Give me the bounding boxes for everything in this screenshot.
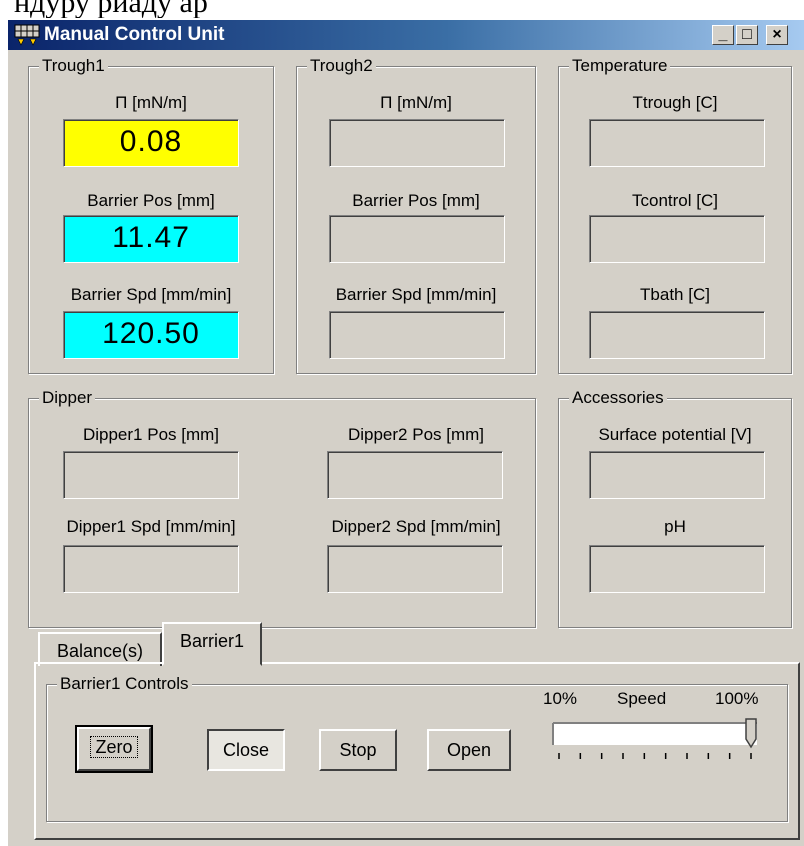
- trough1-barrier-pos-field: 11.47: [63, 215, 239, 263]
- trough2-barrier-pos-field: [329, 215, 505, 263]
- surface-potential-field: [589, 451, 765, 499]
- page-header-fragment: ндуру риаду ар: [14, 0, 208, 19]
- dipper2-spd-field: [327, 545, 503, 593]
- speed-label: Speed: [617, 689, 667, 708]
- window-title: Manual Control Unit: [44, 24, 225, 45]
- close-button[interactable]: Close: [207, 729, 285, 771]
- trough2-pi-label: Π [mN/m]: [380, 93, 452, 112]
- speed-slider-thumb[interactable]: [745, 718, 757, 749]
- speed-slider-track[interactable]: [552, 722, 757, 745]
- temperature-title: Temperature: [569, 56, 671, 76]
- dipper1-pos-label: Dipper1 Pos [mm]: [82, 425, 220, 444]
- dipper-title: Dipper: [39, 388, 96, 408]
- dipper1-spd-label: Dipper1 Spd [mm/min]: [66, 517, 236, 536]
- stop-button[interactable]: Stop: [319, 729, 397, 771]
- temperature-group: Temperature Ttrough [C] Tcontrol [C] Tba…: [558, 56, 792, 374]
- trough1-barrier-spd-label: Barrier Spd [mm/min]: [70, 285, 232, 304]
- trough2-barrier-pos-label: Barrier Pos [mm]: [352, 191, 480, 210]
- dipper1-spd-field: [63, 545, 239, 593]
- tcontrol-label: Tcontrol [C]: [632, 191, 718, 210]
- speed-slider[interactable]: [551, 717, 771, 777]
- ph-label: pH: [664, 517, 686, 536]
- speed-min-label: 10%: [543, 689, 578, 708]
- trough2-pi-field: [329, 119, 505, 167]
- ttrough-label: Ttrough [C]: [632, 93, 718, 112]
- barrier1-controls-group: Barrier1 Controls Zero Close Stop Open 1…: [46, 674, 788, 822]
- trough1-barrier-pos-label: Barrier Pos [mm]: [87, 191, 215, 210]
- accessories-group: Accessories Surface potential [V] pH: [558, 388, 792, 628]
- minimize-button[interactable]: _: [712, 25, 734, 45]
- trough2-group: Trough2 Π [mN/m] Barrier Pos [mm] Barrie…: [296, 56, 536, 374]
- ttrough-field: [589, 119, 765, 167]
- trough2-barrier-spd-field: [329, 311, 505, 359]
- trough1-group: Trough1 Π [mN/m] 0.08 Barrier Pos [mm] 1…: [28, 56, 274, 374]
- tab-balances[interactable]: Balance(s): [38, 632, 162, 666]
- zero-button[interactable]: Zero: [75, 725, 153, 773]
- tbath-label: Tbath [C]: [640, 285, 710, 304]
- trough1-pi-field: 0.08: [63, 119, 239, 167]
- trough2-barrier-spd-label: Barrier Spd [mm/min]: [335, 285, 497, 304]
- close-window-button[interactable]: ×: [766, 25, 788, 45]
- dipper2-spd-label: Dipper2 Spd [mm/min]: [331, 517, 501, 536]
- trough2-title: Trough2: [307, 56, 376, 76]
- barrier1-controls-title: Barrier1 Controls: [57, 674, 192, 694]
- maximize-button[interactable]: □: [736, 25, 758, 45]
- tab-barrier1[interactable]: Barrier1: [162, 622, 262, 666]
- tcontrol-field: [589, 215, 765, 263]
- app-grid-icon: [14, 24, 40, 46]
- barrier1-tab-panel: Barrier1 Controls Zero Close Stop Open 1…: [34, 662, 800, 840]
- accessories-title: Accessories: [569, 388, 667, 408]
- dipper2-pos-label: Dipper2 Pos [mm]: [347, 425, 485, 444]
- open-button[interactable]: Open: [427, 729, 511, 771]
- manual-control-window: Manual Control Unit _ □ × Trough1 Π [mN/…: [6, 18, 804, 846]
- zero-button-label: Zero: [90, 736, 138, 758]
- dipper1-pos-field: [63, 451, 239, 499]
- speed-slider-ticks: [558, 753, 752, 759]
- title-bar[interactable]: Manual Control Unit _ □ ×: [8, 20, 804, 50]
- speed-max-label: 100%: [715, 689, 759, 708]
- trough1-barrier-spd-field: 120.50: [63, 311, 239, 359]
- dipper-group: Dipper Dipper1 Pos [mm] Dipper2 Pos [mm]…: [28, 388, 536, 628]
- tbath-field: [589, 311, 765, 359]
- trough1-title: Trough1: [39, 56, 108, 76]
- trough1-pi-label: Π [mN/m]: [115, 93, 187, 112]
- surface-potential-label: Surface potential [V]: [598, 425, 752, 444]
- ph-field: [589, 545, 765, 593]
- dipper2-pos-field: [327, 451, 503, 499]
